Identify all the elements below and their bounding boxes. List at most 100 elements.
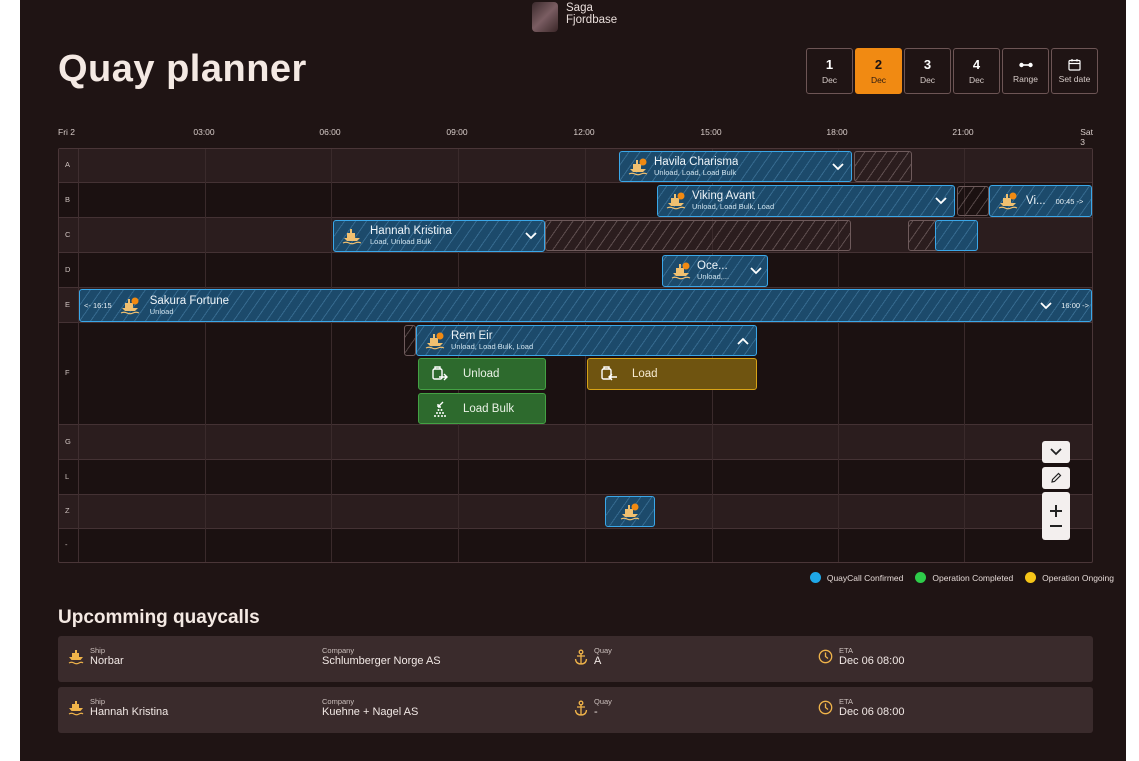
company-field: Company Schlumberger Norge AS: [322, 646, 441, 667]
legend-item: Operation Ongoing: [1025, 572, 1114, 583]
time-tick: 15:00: [700, 127, 722, 137]
ship-name: Hannah Kristina: [370, 225, 452, 237]
legend: QuayCall Confirmed Operation Completed O…: [809, 572, 1114, 583]
ship-icon: [68, 649, 84, 664]
quay-row-l: L: [59, 460, 1092, 495]
chevron-down-icon[interactable]: [749, 266, 763, 276]
zoom-out-icon[interactable]: [1049, 524, 1063, 528]
quaycall-block[interactable]: [935, 220, 978, 251]
operation-load[interactable]: Load: [587, 358, 757, 390]
ship-operations: Unload,...: [697, 272, 730, 281]
date-number: 3: [923, 57, 932, 72]
operation-load-bulk[interactable]: Load Bulk: [418, 393, 546, 424]
set-date-label: Set date: [1058, 74, 1091, 84]
calendar-icon: [1068, 58, 1081, 71]
planned-block[interactable]: [545, 220, 851, 251]
time-axis: Fri 2 03:00 06:00 09:00 12:00 15:00 18:0…: [58, 127, 1093, 147]
app-window: Saga Fjordbase Quay planner 1 Dec 2 Dec …: [20, 0, 1126, 761]
date-number: 4: [972, 57, 981, 72]
legend-label: Operation Ongoing: [1042, 572, 1114, 583]
set-date-button[interactable]: Set date: [1051, 48, 1098, 94]
ship-name: Viking Avant: [692, 190, 755, 202]
ship-icon: [671, 262, 691, 280]
time-tick: Fri 2: [58, 127, 75, 137]
upcoming-title: Upcomming quaycalls: [58, 607, 260, 628]
quaycall-hannah-kristina[interactable]: Hannah Kristina Load, Unload Bulk: [333, 220, 545, 252]
legend-label: Operation Completed: [932, 572, 1014, 583]
end-time-label: 00:45 ->: [1055, 196, 1084, 206]
ship-icon: [120, 297, 140, 314]
chevron-up-icon[interactable]: [736, 336, 750, 346]
unload-icon: [432, 366, 448, 381]
operation-label: Unload: [463, 368, 500, 380]
date-month: Dec: [919, 75, 936, 85]
planned-block[interactable]: [957, 186, 989, 216]
planned-block[interactable]: [908, 220, 938, 251]
eta-value: Dec 06 08:00: [839, 706, 905, 718]
quay-field: Quay -: [574, 697, 612, 718]
ship-icon: [628, 158, 648, 175]
time-tick: 21:00: [952, 127, 974, 137]
legend-dot: [809, 572, 821, 583]
ship-operations: Unload, Load Bulk, Load: [451, 341, 534, 351]
load-bulk-icon: [434, 401, 446, 417]
ship-value: Norbar: [90, 655, 124, 667]
load-icon: [601, 366, 617, 381]
quaycall-oce[interactable]: Oce... Unload,...: [662, 255, 768, 287]
company-value: Schlumberger Norge AS: [322, 655, 441, 667]
ship-icon: [620, 503, 640, 520]
date-month: Dec: [968, 75, 985, 85]
zoom-in-icon[interactable]: [1049, 504, 1063, 518]
range-button[interactable]: Range: [1002, 48, 1049, 94]
quaycall-viking-avant[interactable]: Viking Avant Unload, Load Bulk, Load: [657, 185, 955, 217]
ship-name: Havila Charisma: [654, 155, 739, 168]
planned-block[interactable]: [404, 325, 416, 356]
chevron-down-icon[interactable]: [1039, 301, 1053, 311]
upcoming-card[interactable]: Ship Hannah Kristina Company Kuehne + Nage…: [58, 687, 1093, 733]
quaycall-z[interactable]: [605, 496, 655, 527]
time-tick: 09:00: [446, 127, 468, 137]
ship-icon: [666, 192, 686, 210]
ship-icon: [342, 229, 362, 245]
chevron-down-icon[interactable]: [934, 196, 948, 206]
upcoming-card[interactable]: Ship Norbar Company Schlumberger Norge AS …: [58, 636, 1093, 682]
chevron-down-icon[interactable]: [524, 231, 538, 241]
range-icon: [1018, 58, 1033, 71]
date-button-1[interactable]: 1 Dec: [806, 48, 853, 94]
legend-label: QuayCall Confirmed: [826, 572, 904, 583]
field-label: Ship: [90, 697, 106, 706]
ship-operations: Unload, Load Bulk, Load: [692, 202, 775, 211]
brand-logo: [532, 2, 558, 32]
pencil-icon: [1051, 472, 1062, 483]
anchor-icon: [574, 700, 588, 716]
date-button-2[interactable]: 2 Dec: [855, 48, 902, 94]
brand[interactable]: Saga Fjordbase: [532, 2, 626, 32]
date-month: Dec: [870, 75, 887, 85]
ship-field: Ship Norbar: [68, 646, 124, 667]
ship-name: Vi...: [1026, 195, 1046, 207]
quay-row-d: D: [59, 253, 1092, 288]
chevron-down-icon[interactable]: [831, 162, 845, 172]
field-label: Company: [322, 697, 355, 706]
date-button-3[interactable]: 3 Dec: [904, 48, 951, 94]
ship-field: Ship Hannah Kristina: [68, 697, 168, 718]
eta-value: Dec 06 08:00: [839, 655, 905, 667]
edit-button[interactable]: [1042, 467, 1070, 489]
company-field: Company Kuehne + Nagel AS: [322, 697, 418, 718]
chevron-down-icon: [1050, 448, 1062, 456]
date-button-4[interactable]: 4 Dec: [953, 48, 1000, 94]
brand-name: Saga Fjordbase: [566, 2, 618, 26]
time-tick: 06:00: [319, 127, 341, 137]
clock-icon: [818, 649, 833, 664]
quaycall-vi[interactable]: Vi... 00:45 ->: [989, 185, 1092, 217]
planned-block[interactable]: [854, 151, 912, 182]
collapse-button[interactable]: [1042, 441, 1070, 463]
quaycall-sakura-fortune[interactable]: <- 16:15 Sakura Fortune Unload 16:00 ->: [79, 289, 1092, 322]
company-value: Kuehne + Nagel AS: [322, 706, 419, 718]
eta-field: ETA Dec 06 08:00: [818, 697, 904, 718]
operation-label: Load Bulk: [463, 402, 515, 415]
operation-unload[interactable]: Unload: [418, 358, 546, 390]
quaycall-rem-eir[interactable]: Rem Eir Unload, Load Bulk, Load: [416, 325, 757, 356]
field-label: ETA: [839, 646, 854, 655]
quaycall-havila-charisma[interactable]: Havila Charisma Unload, Load, Load Bulk: [619, 151, 852, 182]
